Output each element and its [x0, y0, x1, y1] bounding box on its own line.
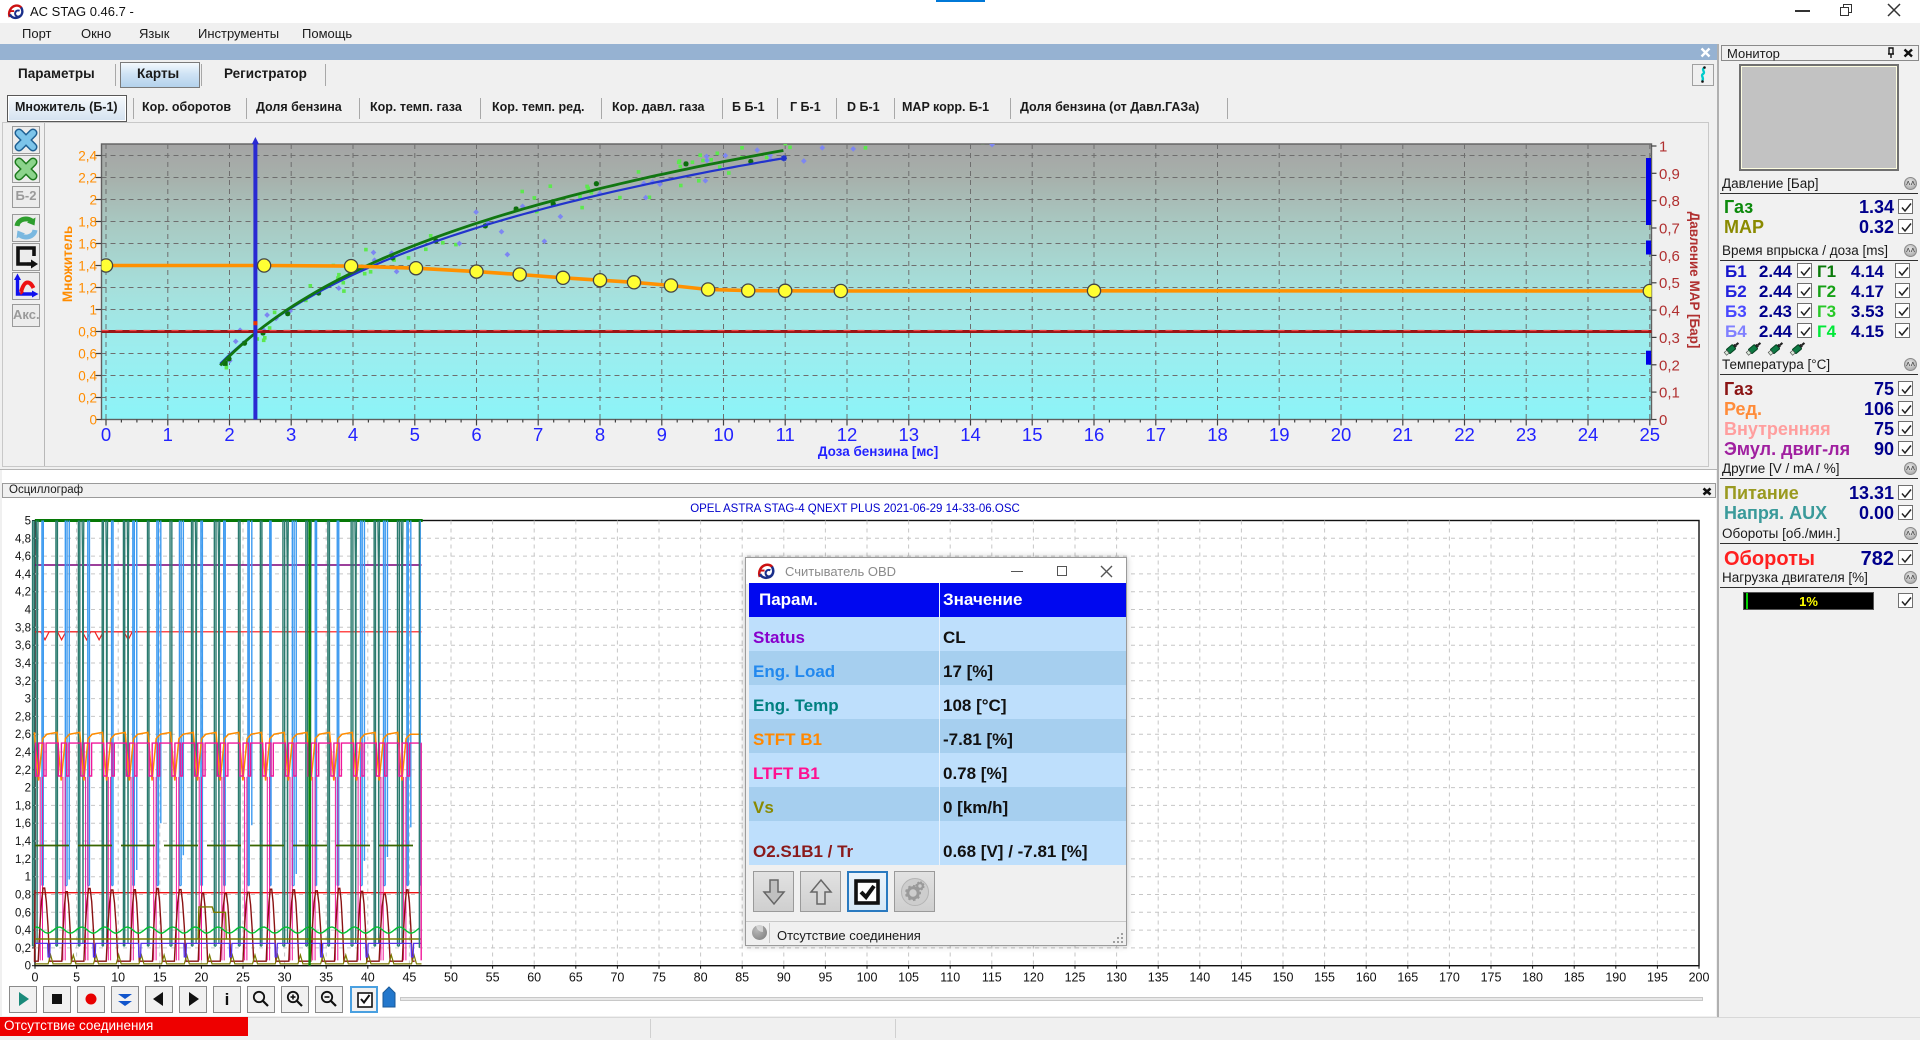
- svg-text:35: 35: [319, 971, 333, 985]
- svg-text:1,4: 1,4: [15, 836, 32, 848]
- svg-text:120: 120: [1023, 971, 1044, 985]
- svg-text:0,2: 0,2: [15, 943, 31, 955]
- svg-text:135: 135: [1148, 971, 1169, 985]
- svg-text:155: 155: [1314, 971, 1335, 985]
- svg-text:80: 80: [694, 971, 708, 985]
- svg-text:95: 95: [818, 971, 832, 985]
- svg-text:200: 200: [1689, 971, 1710, 985]
- svg-text:140: 140: [1189, 971, 1210, 985]
- svg-text:0,6: 0,6: [15, 907, 31, 919]
- svg-text:180: 180: [1522, 971, 1543, 985]
- svg-text:195: 195: [1647, 971, 1668, 985]
- svg-text:145: 145: [1231, 971, 1252, 985]
- svg-text:50: 50: [444, 971, 458, 985]
- svg-text:185: 185: [1564, 971, 1585, 985]
- svg-text:1,6: 1,6: [15, 818, 31, 830]
- svg-text:5: 5: [25, 516, 31, 528]
- svg-text:105: 105: [898, 971, 919, 985]
- svg-text:130: 130: [1106, 971, 1127, 985]
- svg-text:2,6: 2,6: [15, 729, 31, 741]
- svg-text:i: i: [225, 990, 230, 1009]
- svg-text:110: 110: [940, 971, 960, 985]
- svg-text:190: 190: [1605, 971, 1626, 985]
- svg-text:4,4: 4,4: [15, 569, 32, 581]
- svg-text:85: 85: [735, 971, 749, 985]
- svg-text:3: 3: [25, 694, 31, 706]
- svg-text:45: 45: [402, 971, 416, 985]
- svg-text:20: 20: [194, 971, 208, 985]
- svg-text:125: 125: [1065, 971, 1086, 985]
- svg-text:60: 60: [527, 971, 541, 985]
- svg-text:150: 150: [1273, 971, 1294, 985]
- svg-text:0,8: 0,8: [15, 890, 31, 902]
- svg-text:2: 2: [25, 783, 31, 795]
- svg-text:0: 0: [32, 971, 39, 985]
- svg-text:70: 70: [610, 971, 624, 985]
- svg-text:75: 75: [652, 971, 666, 985]
- svg-text:30: 30: [278, 971, 292, 985]
- svg-text:2,8: 2,8: [15, 711, 31, 723]
- svg-text:5: 5: [73, 971, 80, 985]
- svg-text:25: 25: [236, 971, 250, 985]
- svg-text:165: 165: [1397, 971, 1418, 985]
- svg-text:100: 100: [857, 971, 878, 985]
- svg-text:4,6: 4,6: [15, 551, 31, 563]
- svg-text:4: 4: [25, 605, 32, 617]
- svg-text:4,8: 4,8: [15, 533, 31, 545]
- svg-text:4,2: 4,2: [15, 587, 31, 599]
- svg-text:10: 10: [111, 971, 125, 985]
- svg-text:3,8: 3,8: [15, 622, 31, 634]
- svg-text:3,6: 3,6: [15, 640, 31, 652]
- svg-text:1: 1: [25, 872, 31, 884]
- svg-text:40: 40: [361, 971, 375, 985]
- svg-text:3,4: 3,4: [15, 658, 32, 670]
- svg-text:170: 170: [1439, 971, 1460, 985]
- svg-text:0,4: 0,4: [15, 925, 32, 937]
- svg-text:115: 115: [982, 971, 1002, 985]
- svg-text:3,2: 3,2: [15, 676, 31, 688]
- svg-text:160: 160: [1356, 971, 1377, 985]
- svg-text:55: 55: [486, 971, 500, 985]
- svg-text:0: 0: [25, 961, 31, 973]
- svg-text:90: 90: [777, 971, 791, 985]
- svg-text:1,2: 1,2: [15, 854, 31, 866]
- svg-text:2,4: 2,4: [15, 747, 32, 759]
- svg-text:175: 175: [1481, 971, 1502, 985]
- svg-text:65: 65: [569, 971, 583, 985]
- svg-text:2,2: 2,2: [15, 765, 31, 777]
- svg-text:1,8: 1,8: [15, 800, 31, 812]
- svg-text:15: 15: [153, 971, 167, 985]
